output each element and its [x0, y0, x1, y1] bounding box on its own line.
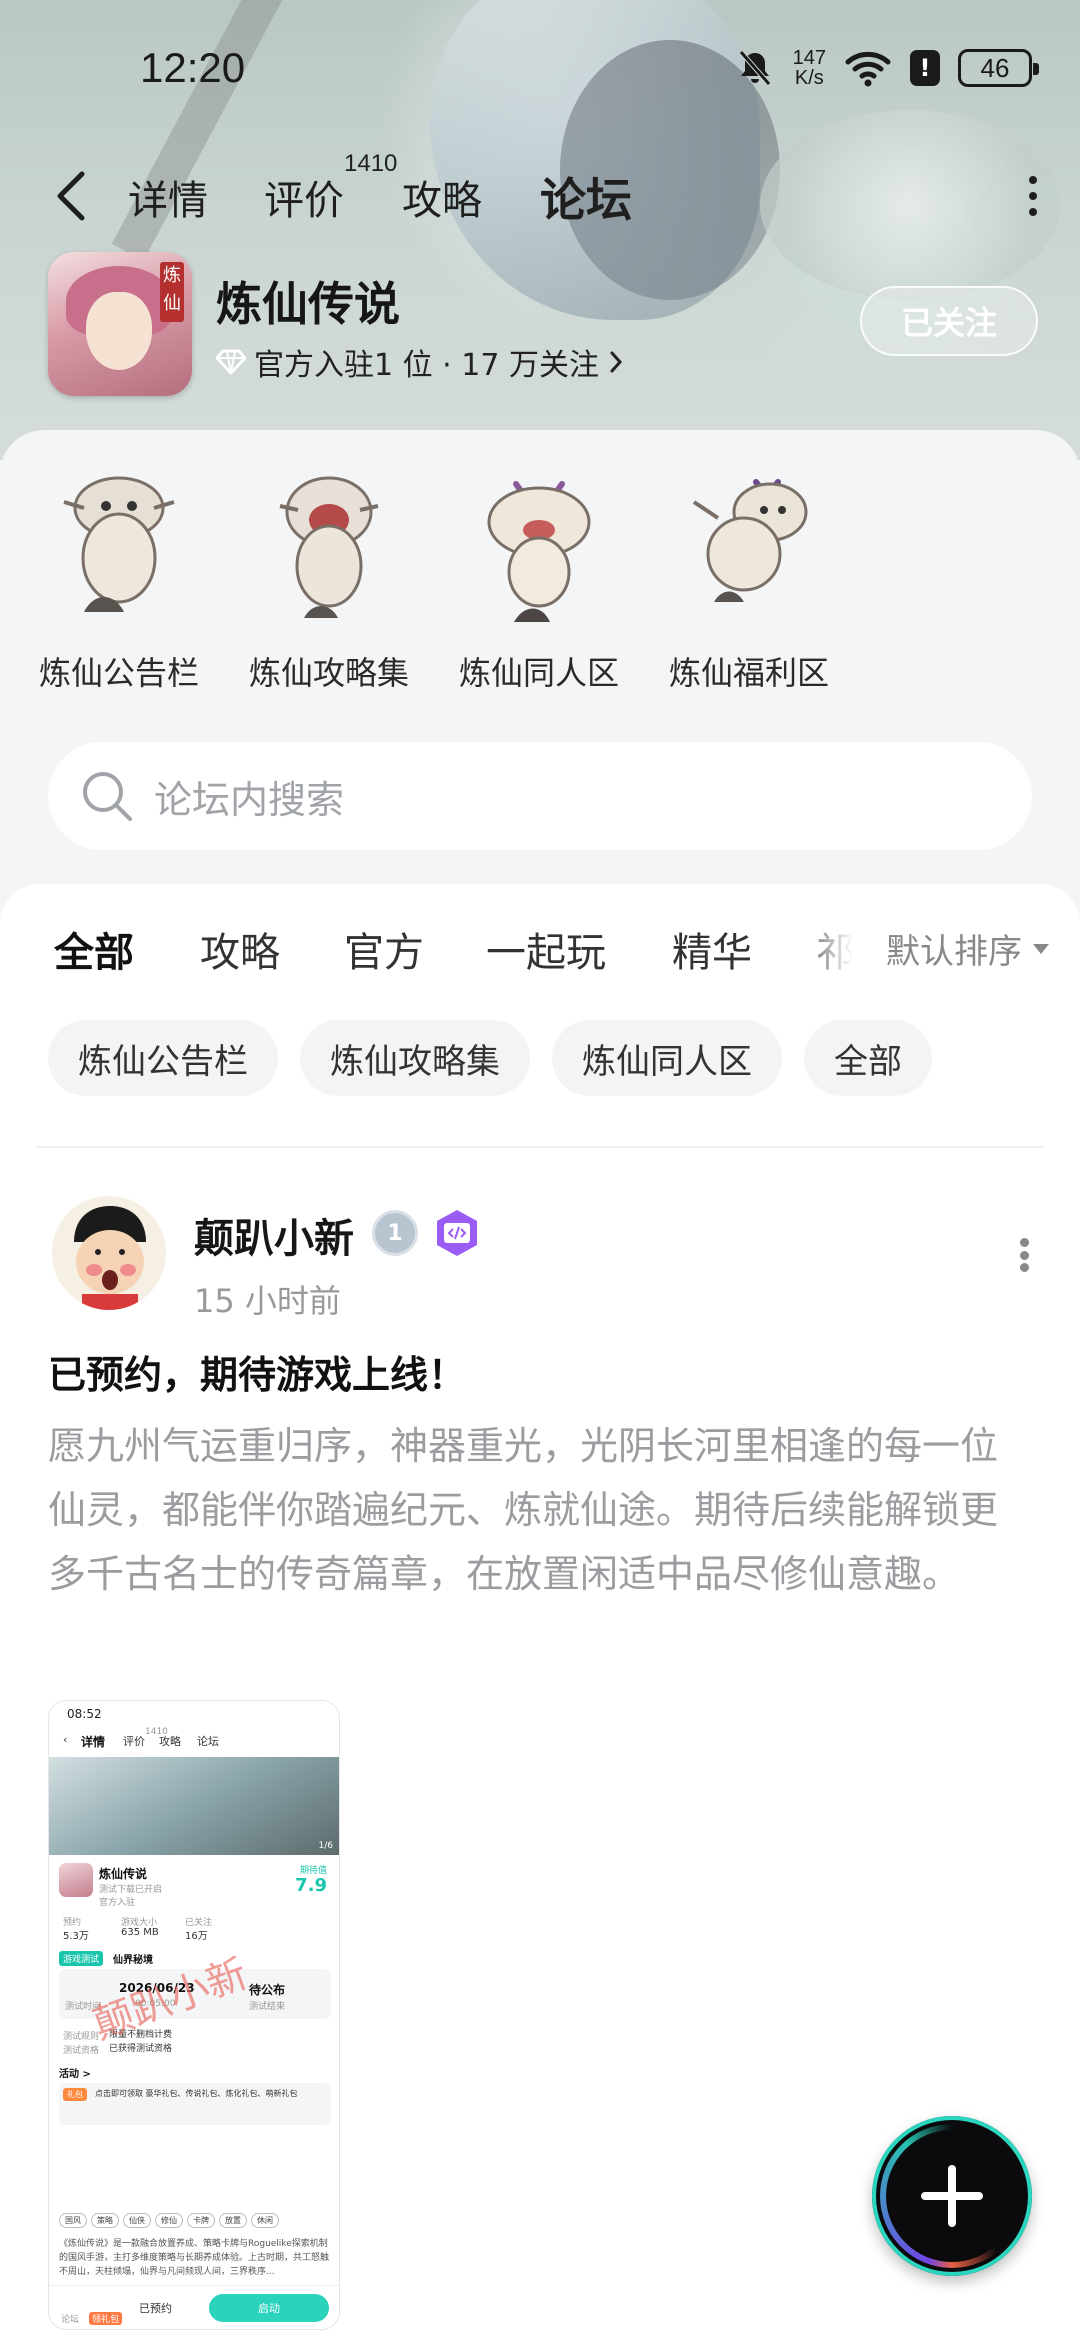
board-label: 炼仙攻略集: [248, 654, 409, 692]
status-icons: 147 K/s ! 46: [735, 40, 1039, 96]
board-label: 炼仙公告栏: [38, 654, 199, 692]
game-meta[interactable]: 官方入驻1 位 · 17 万关注: [216, 340, 625, 384]
network-speed: 147 K/s: [792, 47, 826, 89]
game-logo[interactable]: 炼仙: [48, 252, 192, 396]
board-guides[interactable]: 炼仙攻略集: [234, 462, 424, 694]
sort-dropdown[interactable]: 默认排序: [886, 924, 1050, 973]
tab-guides[interactable]: 攻略: [402, 168, 482, 226]
image-back-icon: ‹: [63, 1733, 68, 1746]
level-badge: 1: [372, 1210, 418, 1256]
tab-details[interactable]: 详情: [128, 168, 208, 226]
board-label: 炼仙同人区: [458, 654, 619, 692]
image-status-bar: 08:52: [67, 1707, 102, 1721]
board-fanart[interactable]: 炼仙同人区: [444, 462, 634, 694]
board-mascot-icon: [254, 462, 404, 634]
developer-badge-icon: [437, 1210, 477, 1256]
caret-down-icon: [1033, 943, 1049, 954]
category-tab-guides[interactable]: 攻略: [200, 920, 280, 978]
image-description: 《炼仙传说》是一款融合放置养成、策略卡牌与Roguelike探索机制的国风手游，…: [59, 2239, 330, 2277]
review-count: 1410: [344, 150, 398, 177]
mute-bell-icon: [738, 50, 771, 86]
search-input[interactable]: 论坛内搜索: [154, 769, 344, 824]
game-info: 炼仙 炼仙传说 官方入驻1 位 · 17 万关注 已关注: [48, 252, 1038, 402]
tabs-fade: [790, 914, 880, 984]
status-bar: 12:20 147 K/s ! 46: [0, 0, 1080, 140]
board-label: 炼仙福利区: [668, 654, 829, 692]
chevron-right-icon: [610, 351, 622, 373]
chip-fanart[interactable]: 炼仙同人区: [552, 1020, 782, 1096]
category-tabs: 全部 攻略 官方 一起玩 精华 祁 默认排序: [0, 914, 1080, 1000]
more-options-icon[interactable]: [1026, 176, 1040, 216]
tab-forum[interactable]: 论坛: [540, 164, 632, 234]
wifi-icon: [845, 51, 891, 87]
search-icon: [83, 772, 132, 821]
tab-reviews[interactable]: 评价: [264, 168, 344, 226]
create-post-button[interactable]: [872, 2116, 1032, 2276]
chip-announcements[interactable]: 炼仙公告栏: [48, 1020, 278, 1096]
category-tab-official[interactable]: 官方: [344, 920, 424, 978]
forum-search-bar[interactable]: 论坛内搜索: [48, 742, 1032, 850]
plus-icon: [921, 2165, 983, 2227]
image-game-logo: [59, 1863, 93, 1897]
chip-all[interactable]: 全部: [804, 1020, 932, 1096]
image-nav: ‹ 详情 评价 1410 攻略 论坛: [63, 1727, 219, 1749]
status-time: 12:20: [140, 44, 246, 91]
avatar[interactable]: [52, 1196, 166, 1310]
divider: [36, 1146, 1044, 1148]
chip-guides[interactable]: 炼仙攻略集: [300, 1020, 530, 1096]
top-navigation: 详情 评价 1410 攻略 论坛: [0, 150, 1080, 240]
battery-icon: 46: [958, 49, 1039, 87]
image-bottom-bar: 论坛 领礼包 已预约 启动: [49, 2285, 339, 2329]
subforum-chips: 炼仙公告栏 炼仙攻略集 炼仙同人区 全部: [48, 1020, 932, 1096]
post-body[interactable]: 愿九州气运重归序，神器重光，光阴长河里相逢的每一位仙灵，都能伴你踏遍纪元、炼就仙…: [48, 1414, 1032, 1606]
logo-seal: 炼仙: [160, 262, 184, 322]
alert-icon: !: [910, 50, 940, 86]
post-time: 15 小时前: [194, 1282, 341, 1320]
board-mascot-icon: [464, 462, 614, 634]
follow-button[interactable]: 已关注: [860, 286, 1038, 356]
back-arrow-icon[interactable]: [52, 168, 92, 224]
diamond-icon: [216, 349, 246, 375]
image-gift-box: 礼包 点击即可领取 豪华礼包、传说礼包、炼化礼包、萌新礼包: [59, 2083, 331, 2125]
post-author[interactable]: 颠趴小新: [194, 1206, 354, 1264]
image-start-button: 启动: [209, 2294, 329, 2322]
image-banner: 1/6: [49, 1757, 339, 1855]
category-tab-featured[interactable]: 精华: [672, 920, 752, 978]
board-mascot-icon: [44, 462, 194, 634]
post-image[interactable]: 08:52 ‹ 详情 评价 1410 攻略 论坛 1/6 炼仙传说 测试下载已开…: [48, 1700, 340, 2330]
post-more-icon[interactable]: [1018, 1238, 1030, 1272]
image-tags: 国风 策略 仙侠 修仙 卡牌 放置 休闲: [59, 2213, 279, 2228]
board-mascot-icon: [674, 462, 824, 634]
game-title: 炼仙传说: [216, 277, 400, 331]
category-tab-all[interactable]: 全部: [54, 920, 134, 984]
board-welfare[interactable]: 炼仙福利区: [654, 462, 844, 694]
post-title[interactable]: 已预约，期待游戏上线！: [48, 1344, 466, 1399]
board-announcements[interactable]: 炼仙公告栏: [24, 462, 214, 694]
category-tab-play-together[interactable]: 一起玩: [486, 920, 606, 978]
